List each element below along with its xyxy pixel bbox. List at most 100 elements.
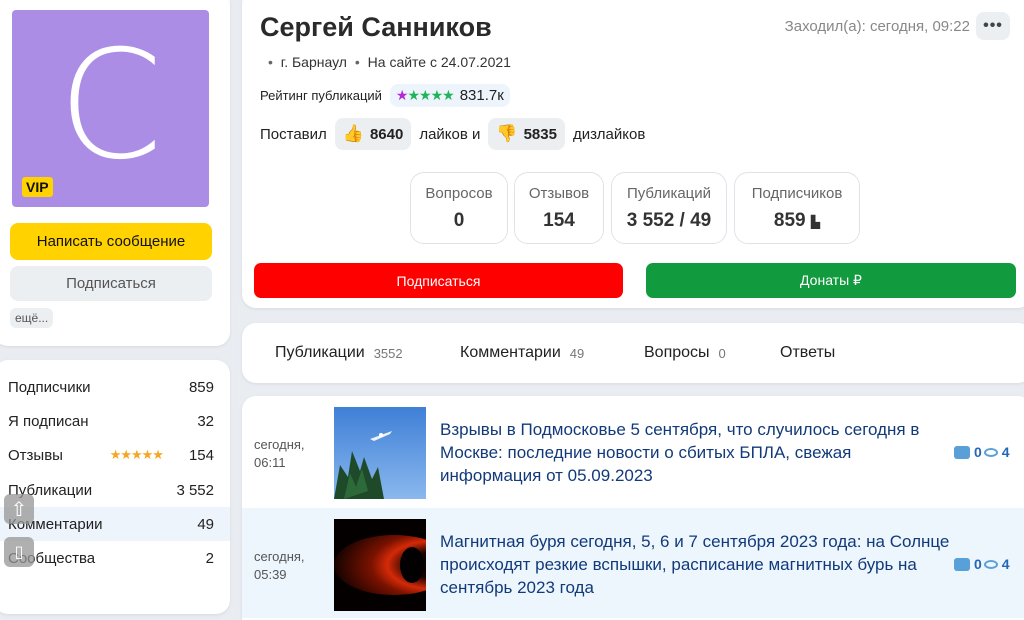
- post-stats: 0 4: [954, 556, 1010, 572]
- likes-count: 8640: [369, 125, 404, 143]
- counter-label: Подписчиков: [751, 185, 843, 202]
- tab-publications[interactable]: Публикации 3552: [275, 323, 403, 383]
- stat-row-reviews[interactable]: Отзывы ★★★★★ 154: [0, 438, 230, 472]
- tab-label: Вопросы: [644, 344, 710, 361]
- post-title[interactable]: Магнитная буря сегодня, 5, 6 и 7 сентябр…: [440, 530, 950, 599]
- tab-label: Публикации: [275, 344, 365, 361]
- rating-pill[interactable]: ★★★★★ 831.7к: [389, 84, 510, 107]
- tab-label: Комментарии: [460, 344, 561, 361]
- view-count: 4: [1001, 444, 1010, 460]
- post-time-clock: 06:11: [254, 455, 286, 470]
- counter-publications[interactable]: Публикаций 3 552 / 49: [611, 172, 727, 244]
- counter-value: 3 552 / 49: [626, 210, 712, 231]
- stat-row-publications[interactable]: Публикации 3 552: [0, 473, 230, 507]
- stat-value: 2: [205, 549, 214, 567]
- likes-suffix: лайков и: [419, 125, 481, 143]
- stat-label: Подписчики: [8, 378, 91, 396]
- comment-icon: [954, 557, 970, 571]
- bullet-icon: •: [268, 54, 273, 70]
- profile-member-since: На сайте с 24.07.2021: [367, 54, 511, 70]
- profile-meta: • г. Барнаул • На сайте с 24.07.2021: [264, 54, 511, 70]
- counter-value: 0: [453, 210, 465, 231]
- stat-label: Публикации: [8, 481, 93, 499]
- avatar-letter: С: [58, 18, 163, 193]
- comment-icon: [954, 445, 970, 459]
- vip-badge: VIP: [22, 177, 53, 197]
- tab-count: 0: [718, 345, 726, 361]
- thumb-down-icon: 👎: [496, 124, 518, 143]
- view-count: 4: [1001, 556, 1010, 572]
- tab-questions[interactable]: Вопросы 0: [644, 323, 726, 383]
- tab-label: Ответы: [780, 344, 836, 361]
- subscribers-count: 859: [773, 210, 806, 231]
- write-message-button[interactable]: Написать сообщение: [10, 223, 212, 260]
- rating-label: Рейтинг публикаций: [260, 88, 382, 103]
- profile-main-card: Сергей Санников Заходил(а): сегодня, 09:…: [242, 0, 1024, 308]
- tab-comments[interactable]: Комментарии 49: [460, 323, 584, 383]
- stat-value: 154: [188, 446, 214, 464]
- subscribe-button[interactable]: Подписаться: [254, 263, 623, 298]
- more-button[interactable]: ещё...: [10, 308, 54, 328]
- stat-label: Отзывы: [8, 446, 63, 464]
- eye-icon: [983, 447, 998, 457]
- tab-answers[interactable]: Ответы: [780, 323, 835, 383]
- profile-city: г. Барнаул: [280, 54, 347, 70]
- dislikes-suffix: дизлайков: [572, 125, 646, 143]
- counter-label: Публикаций: [626, 185, 712, 202]
- profile-side-card: С VIP Написать сообщение Подписаться ещё…: [0, 0, 230, 346]
- tab-count: 3552: [373, 345, 403, 361]
- comment-count: 0: [974, 444, 982, 460]
- list-item[interactable]: сегодня, 06:11 Взрывы в Подмосковье 5 се…: [242, 396, 1024, 506]
- stat-value: 32: [197, 412, 214, 430]
- list-item[interactable]: сегодня, 05:39 Магнитная буря сегодня, 5…: [242, 508, 1024, 618]
- stat-row-communities[interactable]: Сообщества 2: [0, 541, 230, 575]
- counter-label: Вопросов: [425, 185, 493, 202]
- post-thumbnail[interactable]: [334, 407, 426, 499]
- dislikes-count: 5835: [523, 125, 557, 143]
- eye-icon: [983, 559, 998, 569]
- rating-value: 831.7к: [459, 87, 504, 104]
- rating-stars-icon: ★★★★★: [395, 87, 455, 103]
- counter-subscribers[interactable]: Подписчиков 859 ▙: [734, 172, 860, 244]
- post-time: сегодня, 06:11: [254, 436, 324, 472]
- subscribe-side-button[interactable]: Подписаться: [10, 266, 212, 301]
- avatar[interactable]: С VIP: [12, 10, 209, 207]
- stat-label: Комментарии: [8, 515, 103, 533]
- rating-row: Рейтинг публикаций ★★★★★ 831.7к: [260, 84, 510, 107]
- likes-pill[interactable]: 👍 8640: [334, 118, 412, 150]
- counter-questions[interactable]: Вопросов 0: [410, 172, 508, 244]
- stat-label: Я подписан: [8, 412, 89, 430]
- thumb-up-icon: 👍: [342, 124, 364, 143]
- stat-row-comments[interactable]: Комментарии 49: [0, 507, 230, 541]
- post-thumbnail[interactable]: [334, 519, 426, 611]
- stat-value: 3 552: [176, 481, 214, 499]
- post-time: сегодня, 05:39: [254, 548, 324, 584]
- donate-button[interactable]: Донаты ₽: [646, 263, 1016, 298]
- bullet-icon: •: [354, 54, 360, 70]
- last-seen: Заходил(а): сегодня, 09:22: [784, 18, 970, 35]
- stat-row-subscribers[interactable]: Подписчики 859: [0, 370, 230, 404]
- votes-row: Поставил 👍 8640 лайков и 👎 5835 дизлайко…: [260, 118, 645, 150]
- stat-label: Сообщества: [8, 549, 96, 567]
- stat-value: 859: [188, 378, 214, 396]
- stat-row-following[interactable]: Я подписан 32: [0, 404, 230, 438]
- post-time-clock: 05:39: [254, 567, 287, 582]
- tab-count: 49: [569, 345, 585, 361]
- votes-prefix: Поставил: [260, 125, 327, 143]
- reviews-stars-icon: ★★★★★: [109, 447, 164, 462]
- counter-reviews[interactable]: Отзывов 154: [514, 172, 604, 244]
- dislikes-pill[interactable]: 👎 5835: [488, 118, 565, 150]
- profile-name: Сергей Санников: [260, 12, 492, 42]
- post-time-day: сегодня,: [254, 549, 305, 564]
- scroll-up-icon[interactable]: ⇧: [4, 494, 34, 524]
- overlay-panel-icon[interactable]: ▯: [4, 537, 34, 567]
- counter-value: 859 ▙: [735, 210, 859, 232]
- profile-tabs: Публикации 3552 Комментарии 49 Вопросы 0…: [242, 323, 1024, 383]
- counter-label: Отзывов: [528, 185, 590, 202]
- post-time-day: сегодня,: [254, 437, 305, 452]
- stat-value: 49: [197, 515, 214, 533]
- post-stats: 0 4: [954, 444, 1010, 460]
- more-options-icon[interactable]: •••: [976, 12, 1010, 40]
- post-title[interactable]: Взрывы в Подмосковье 5 сентября, что слу…: [440, 418, 950, 487]
- comment-count: 0: [974, 556, 982, 572]
